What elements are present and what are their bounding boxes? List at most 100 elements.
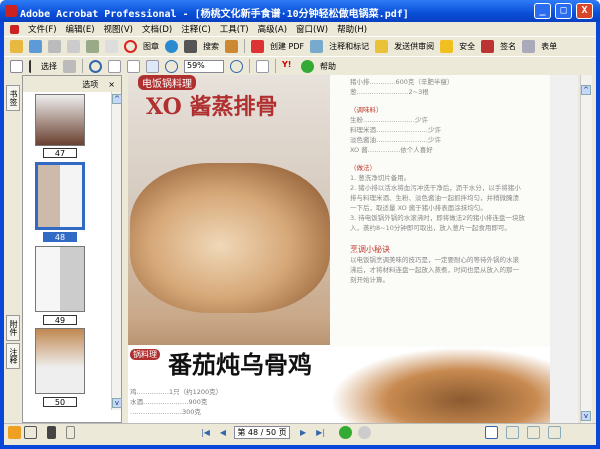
scroll-up-icon[interactable]: ^ <box>581 85 591 95</box>
lock-icon <box>440 39 454 53</box>
page-number-47: 47 <box>43 148 77 158</box>
page-thumbnail-47[interactable] <box>35 94 85 146</box>
page-number-48: 48 <box>43 232 77 242</box>
edit-icon[interactable] <box>24 425 37 439</box>
fit-page-icon[interactable] <box>127 59 140 73</box>
recipe-title-2: 番茄炖乌骨鸡 <box>168 350 312 379</box>
search-button[interactable]: 搜索 <box>203 41 219 52</box>
maximize-button[interactable]: □ <box>555 3 572 19</box>
scroll-down-icon[interactable]: v <box>112 398 122 408</box>
page-icon[interactable] <box>66 425 75 439</box>
adv-icon[interactable] <box>225 39 238 53</box>
layer-icon[interactable] <box>47 425 56 439</box>
yahoo-icon[interactable]: Y! <box>282 60 295 73</box>
stamp-icon <box>124 39 137 53</box>
continuous-facing-icon[interactable] <box>548 425 562 439</box>
ingredient: 猪小排…………600克（辛肥半瘦） <box>350 78 454 86</box>
zoom-out-icon[interactable] <box>165 59 178 73</box>
panel-scrollbar[interactable]: ^ v <box>111 92 122 410</box>
scroll-down-icon[interactable]: v <box>581 411 591 421</box>
last-page-button[interactable]: ▶| <box>316 428 325 437</box>
next-page-button[interactable]: ▶ <box>300 428 306 437</box>
seasoning-header: （调味料） <box>350 106 383 114</box>
tab-attachments[interactable]: 附件 <box>6 315 20 341</box>
tab-comments[interactable]: 注释 <box>6 343 20 369</box>
method-step: 2. 猪小排以活水将血污冲洗干净后，沥干水分，以手将猪小排与料理米酒、生粉、淡色… <box>350 184 521 212</box>
menu-advanced[interactable]: 高级(A) <box>258 23 287 35</box>
scroll-up-icon[interactable]: ^ <box>112 94 122 104</box>
hand-tool-icon[interactable] <box>10 59 23 73</box>
web-icon[interactable] <box>165 39 178 53</box>
email-icon[interactable] <box>86 39 99 53</box>
toolbar-file: 图章 搜索 创建 PDF 注释和标记 发送供审阅 安全 签名 表单 <box>4 36 596 55</box>
forms-button[interactable]: 表单 <box>541 41 557 52</box>
zoom-plus-icon[interactable] <box>230 59 243 73</box>
save-icon[interactable] <box>48 39 61 53</box>
single-page-icon[interactable] <box>485 425 499 439</box>
fit-width-icon[interactable] <box>146 59 159 73</box>
menu-bar: 文件(F) 编辑(E) 视图(V) 文档(D) 注释(C) 工具(T) 高级(A… <box>4 22 596 36</box>
attach-icon[interactable] <box>105 39 118 53</box>
snapshot-icon[interactable] <box>63 59 76 73</box>
select-icon <box>29 59 35 73</box>
pages-panel: 选项 × 47 48 49 50 ^ v <box>22 75 122 423</box>
organizer-icon[interactable] <box>29 39 42 53</box>
tools-icon[interactable] <box>8 425 21 439</box>
pdf-icon <box>10 24 19 34</box>
menu-window[interactable]: 窗口(W) <box>296 23 328 35</box>
zoom-in-icon[interactable] <box>89 59 102 73</box>
prev-page-button[interactable]: ◀ <box>220 428 226 437</box>
page-number-field[interactable]: 第 48 / 50 页 <box>234 425 291 439</box>
open-icon[interactable] <box>10 39 23 53</box>
category-tag: 电饭锅料理 <box>138 75 196 90</box>
document-scrollbar[interactable]: ^ v <box>580 75 592 423</box>
page-thumbnail-50[interactable] <box>35 328 85 394</box>
rotate-icon[interactable] <box>256 59 269 73</box>
panel-close-button[interactable]: × <box>108 80 115 89</box>
page-thumbnail-49[interactable] <box>35 246 85 312</box>
review-icon <box>375 39 389 53</box>
method-step: 1. 葱洗净切片备用。 <box>350 174 411 182</box>
menu-view[interactable]: 视图(V) <box>104 23 133 35</box>
print-icon[interactable] <box>67 39 80 53</box>
sign-button[interactable]: 签名 <box>500 41 516 52</box>
first-page-button[interactable]: |◀ <box>201 428 210 437</box>
document-view: 电饭锅料理 XO 酱蒸排骨 锅料理 番茄炖乌骨鸡 鸡……………1只（约1200克… <box>128 75 578 423</box>
page-number-50: 50 <box>43 397 77 407</box>
title-bar: Adobe Acrobat Professional - [杨桃文化新手食谱·1… <box>0 0 600 22</box>
toolbar-view: 选择 59% Y! 帮助 <box>4 56 596 75</box>
seasoning-item: 淡色酱油……………………少许 <box>350 136 441 144</box>
page-thumbnail-48[interactable] <box>35 162 85 230</box>
menu-file[interactable]: 文件(F) <box>28 23 57 35</box>
tip-header: 烹调小秘诀 <box>350 245 390 254</box>
menu-tools[interactable]: 工具(T) <box>220 23 249 35</box>
tab-bookmarks[interactable]: 书签 <box>6 85 20 111</box>
secure-button[interactable]: 安全 <box>459 41 475 52</box>
soup-photo <box>330 347 550 423</box>
review-button[interactable]: 发送供审阅 <box>394 41 434 52</box>
menu-document[interactable]: 文档(D) <box>142 23 172 35</box>
menu-comments[interactable]: 注释(C) <box>181 23 211 35</box>
left-page: 电饭锅料理 XO 酱蒸排骨 锅料理 番茄炖乌骨鸡 鸡……………1只（约1200克… <box>128 75 330 423</box>
method-header: （做法） <box>350 164 376 172</box>
zoom-input[interactable]: 59% <box>184 59 224 73</box>
comment-button[interactable]: 注释和标记 <box>329 41 369 52</box>
seasoning-item: 生粉……………………少许 <box>350 116 428 124</box>
binoculars-icon <box>184 39 197 53</box>
menu-edit[interactable]: 编辑(E) <box>66 23 95 35</box>
actual-size-icon[interactable] <box>108 59 121 73</box>
create-pdf-button[interactable]: 创建 PDF <box>270 41 304 52</box>
main-area: 书签 附件 注释 选项 × 47 48 49 50 ^ v 电饭锅料理 XO 酱… <box>4 75 596 423</box>
continuous-icon[interactable] <box>506 425 520 439</box>
stamp-button[interactable]: 图章 <box>143 41 159 52</box>
select-button[interactable]: 选择 <box>41 61 57 72</box>
facing-icon[interactable] <box>527 425 541 439</box>
acrobat-icon <box>5 5 17 17</box>
back-icon[interactable] <box>339 425 353 439</box>
menu-help[interactable]: 帮助(H) <box>337 23 367 35</box>
close-button[interactable]: X <box>576 3 593 19</box>
options-button[interactable]: 选项 <box>82 79 98 90</box>
forward-icon[interactable] <box>358 425 372 439</box>
minimize-button[interactable]: _ <box>534 3 551 19</box>
help-button[interactable]: 帮助 <box>320 61 336 72</box>
